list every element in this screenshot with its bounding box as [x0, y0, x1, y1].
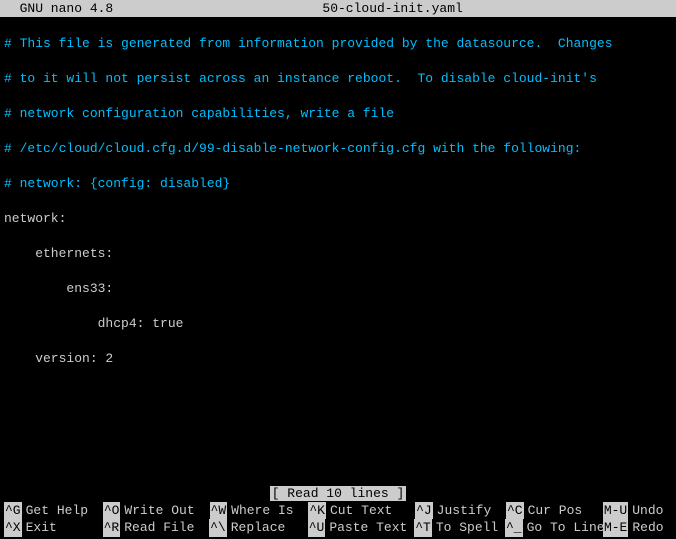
- yaml-line: dhcp4: true: [4, 315, 672, 333]
- app-name: GNU nano 4.8: [4, 0, 113, 17]
- comment-line: # network configuration capabilities, wr…: [4, 105, 672, 123]
- shortcut-paste-text[interactable]: ^UPaste Text: [308, 519, 415, 537]
- yaml-line: ethernets:: [4, 245, 672, 263]
- status-badge: [ Read 10 lines ]: [270, 486, 407, 501]
- shortcut-read-file[interactable]: ^RRead File: [103, 519, 210, 537]
- filename: 50-cloud-init.yaml: [113, 0, 672, 17]
- shortcut-redo[interactable]: M-ERedo: [603, 519, 672, 537]
- shortcut-where-is[interactable]: ^WWhere Is: [210, 502, 309, 520]
- shortcut-cur-pos[interactable]: ^CCur Pos: [506, 502, 603, 520]
- shortcut-row-2: ^XExit ^RRead File ^\Replace ^UPaste Tex…: [4, 519, 672, 537]
- yaml-line: network:: [4, 210, 672, 228]
- shortcut-row-1: ^GGet Help ^OWrite Out ^WWhere Is ^KCut …: [4, 502, 672, 520]
- shortcut-replace[interactable]: ^\Replace: [209, 519, 308, 537]
- shortcut-go-to-line[interactable]: ^_Go To Line: [505, 519, 603, 537]
- comment-line: # /etc/cloud/cloud.cfg.d/99-disable-netw…: [4, 140, 672, 158]
- comment-line: # network: {config: disabled}: [4, 175, 672, 193]
- shortcut-get-help[interactable]: ^GGet Help: [4, 502, 103, 520]
- shortcuts-bar: ^GGet Help ^OWrite Out ^WWhere Is ^KCut …: [0, 502, 676, 539]
- comment-line: # This file is generated from informatio…: [4, 35, 672, 53]
- comment-line: # to it will not persist across an insta…: [4, 70, 672, 88]
- title-bar: GNU nano 4.8 50-cloud-init.yaml: [0, 0, 676, 17]
- shortcut-justify[interactable]: ^JJustify: [415, 502, 506, 520]
- shortcut-write-out[interactable]: ^OWrite Out: [103, 502, 210, 520]
- status-line: [ Read 10 lines ]: [0, 485, 676, 503]
- yaml-line: version: 2: [4, 350, 672, 368]
- shortcut-to-spell[interactable]: ^TTo Spell: [414, 519, 505, 537]
- editor-content[interactable]: # This file is generated from informatio…: [0, 17, 676, 385]
- shortcut-cut-text[interactable]: ^KCut Text: [308, 502, 415, 520]
- shortcut-exit[interactable]: ^XExit: [4, 519, 103, 537]
- yaml-line: ens33:: [4, 280, 672, 298]
- shortcut-undo[interactable]: M-UUndo: [603, 502, 672, 520]
